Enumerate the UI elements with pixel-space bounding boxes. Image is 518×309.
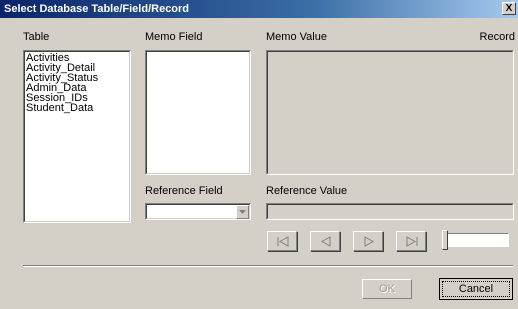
first-record-icon bbox=[277, 236, 289, 247]
close-button[interactable]: X bbox=[502, 2, 516, 15]
reference-value-box bbox=[266, 203, 514, 220]
record-slider-thumb[interactable] bbox=[442, 230, 448, 250]
next-record-icon bbox=[364, 236, 375, 247]
chevron-down-icon bbox=[239, 210, 246, 214]
first-record-button[interactable] bbox=[267, 231, 297, 251]
record-slider-track[interactable] bbox=[446, 233, 509, 247]
cancel-button[interactable]: Cancel bbox=[439, 278, 513, 300]
title-bar: Select Database Table/Field/Record bbox=[0, 0, 518, 18]
reference-field-dropdown[interactable] bbox=[145, 203, 251, 220]
close-icon: X bbox=[505, 3, 513, 14]
ok-button[interactable]: OK bbox=[362, 279, 412, 299]
last-record-button[interactable] bbox=[396, 231, 426, 251]
table-listbox[interactable]: Activities Activity_Detail Activity_Status… bbox=[23, 50, 131, 223]
memo-field-listbox[interactable] bbox=[145, 50, 251, 175]
table-list-item[interactable]: Student_Data bbox=[26, 103, 98, 114]
last-record-icon bbox=[406, 236, 418, 247]
previous-record-button[interactable] bbox=[310, 231, 340, 251]
ok-button-label: OK bbox=[379, 283, 395, 295]
reference-value-label: Reference Value bbox=[266, 185, 348, 197]
previous-record-icon bbox=[320, 236, 331, 247]
dropdown-arrow-button[interactable] bbox=[236, 205, 249, 219]
reference-field-label: Reference Field bbox=[145, 185, 223, 197]
divider bbox=[23, 265, 513, 267]
cancel-button-label: Cancel bbox=[442, 281, 510, 297]
table-list: Activities Activity_Detail Activity_Status… bbox=[26, 53, 98, 114]
record-label: Record bbox=[479, 31, 515, 43]
next-record-button[interactable] bbox=[353, 231, 383, 251]
window-title: Select Database Table/Field/Record bbox=[4, 3, 190, 15]
table-label: Table bbox=[23, 31, 50, 43]
memo-field-label: Memo Field bbox=[145, 31, 203, 43]
memo-value-box bbox=[266, 50, 514, 175]
dialog-window: Select Database Table/Field/Record X Tab… bbox=[0, 0, 518, 309]
memo-value-label: Memo Value bbox=[266, 31, 327, 43]
